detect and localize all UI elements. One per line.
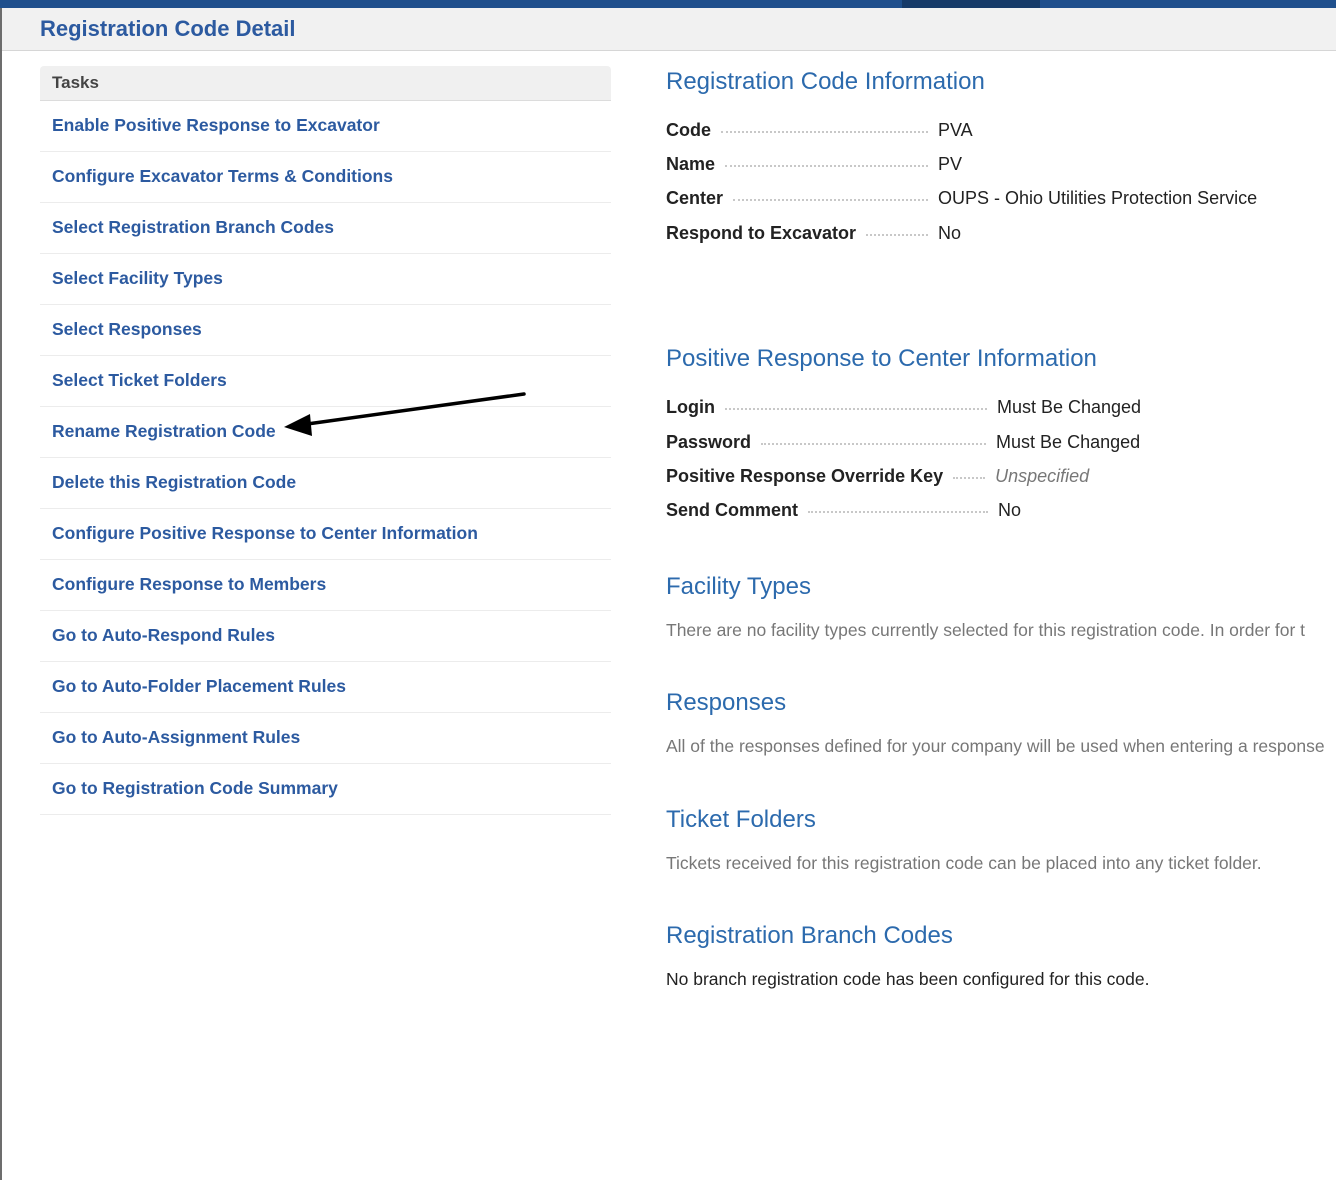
registration-info-section: Registration Code Information [666,68,1336,96]
leader-dots [724,408,987,410]
override-key-row: Positive Response Override Key Unspecifi… [666,464,1089,488]
facility-types-text: There are no facility types currently se… [666,620,1306,640]
override-key-label: Positive Response Override Key [666,465,944,486]
leader-dots [721,131,928,133]
code-value: PVA [938,119,973,140]
top-navigation-bar [0,0,1336,8]
task-configure-terms-link[interactable]: Configure Excavator Terms & Conditions [40,152,611,203]
leader-dots [725,165,929,167]
task-configure-response-to-members-link[interactable]: Configure Response to Members [40,560,611,611]
arrow-icon [284,392,526,436]
leader-dots [761,443,987,445]
name-label: Name [666,153,716,174]
task-auto-respond-rules-link[interactable]: Go to Auto-Respond Rules [40,611,611,662]
page-title: Registration Code Detail [40,16,296,41]
registration-info-title: Registration Code Information [666,68,985,95]
task-auto-folder-rules-link[interactable]: Go to Auto-Folder Placement Rules [40,662,611,713]
positive-response-section: Positive Response to Center Information [666,345,1336,373]
responses-text: All of the responses defined for your co… [666,736,1325,756]
task-select-responses-link[interactable]: Select Responses [40,305,611,356]
task-enable-positive-response-link[interactable]: Enable Positive Response to Excavator [40,101,611,152]
leader-dots [953,477,986,479]
name-row: Name PV [666,152,962,176]
respond-to-excavator-value: No [938,222,962,243]
override-key-value: Unspecified [995,465,1090,486]
center-value: OUPS - Ohio Utilities Protection Service [938,187,1258,208]
facility-types-section: Facility Types [666,573,1336,601]
branch-codes-text: No branch registration code has been con… [666,969,1150,989]
branch-codes-title: Registration Branch Codes [666,922,953,949]
send-comment-value: No [998,499,1022,520]
task-delete-registration-code-link[interactable]: Delete this Registration Code [40,458,611,509]
task-registration-code-summary-link[interactable]: Go to Registration Code Summary [40,764,611,815]
respond-to-excavator-row: Respond to Excavator No [666,221,961,245]
ticket-folders-text: Tickets received for this registration c… [666,853,1262,873]
center-label: Center [666,187,724,208]
send-comment-label: Send Comment [666,499,799,520]
left-border [0,8,2,1180]
branch-codes-section: Registration Branch Codes [666,922,1336,950]
password-value: Must Be Changed [996,431,1141,452]
task-select-branch-codes-link[interactable]: Select Registration Branch Codes [40,203,611,254]
password-label: Password [666,431,752,452]
login-row: Login Must Be Changed [666,395,1141,419]
responses-section: Responses [666,689,1336,717]
center-row: Center OUPS - Ohio Utilities Protection … [666,186,1257,210]
leader-dots [733,199,929,201]
responses-title: Responses [666,689,787,716]
leader-dots [866,234,929,236]
tasks-heading: Tasks [40,66,611,101]
ticket-folders-title: Ticket Folders [666,806,816,833]
task-auto-assignment-rules-link[interactable]: Go to Auto-Assignment Rules [40,713,611,764]
task-configure-center-info-link[interactable]: Configure Positive Response to Center In… [40,509,611,560]
task-select-facility-types-link[interactable]: Select Facility Types [40,254,611,305]
respond-to-excavator-label: Respond to Excavator [666,222,857,243]
leader-dots [808,511,989,513]
login-value: Must Be Changed [996,396,1142,417]
login-label: Login [666,396,715,417]
facility-types-title: Facility Types [666,573,811,600]
name-value: PV [938,153,963,174]
page-header: Registration Code Detail [2,8,1336,51]
code-row: Code PVA [666,118,973,142]
active-nav-tab[interactable] [902,0,1040,8]
ticket-folders-section: Ticket Folders [666,806,1336,834]
positive-response-title: Positive Response to Center Information [666,345,1097,372]
send-comment-row: Send Comment No [666,498,1021,522]
password-row: Password Must Be Changed [666,430,1140,454]
code-label: Code [666,119,711,140]
